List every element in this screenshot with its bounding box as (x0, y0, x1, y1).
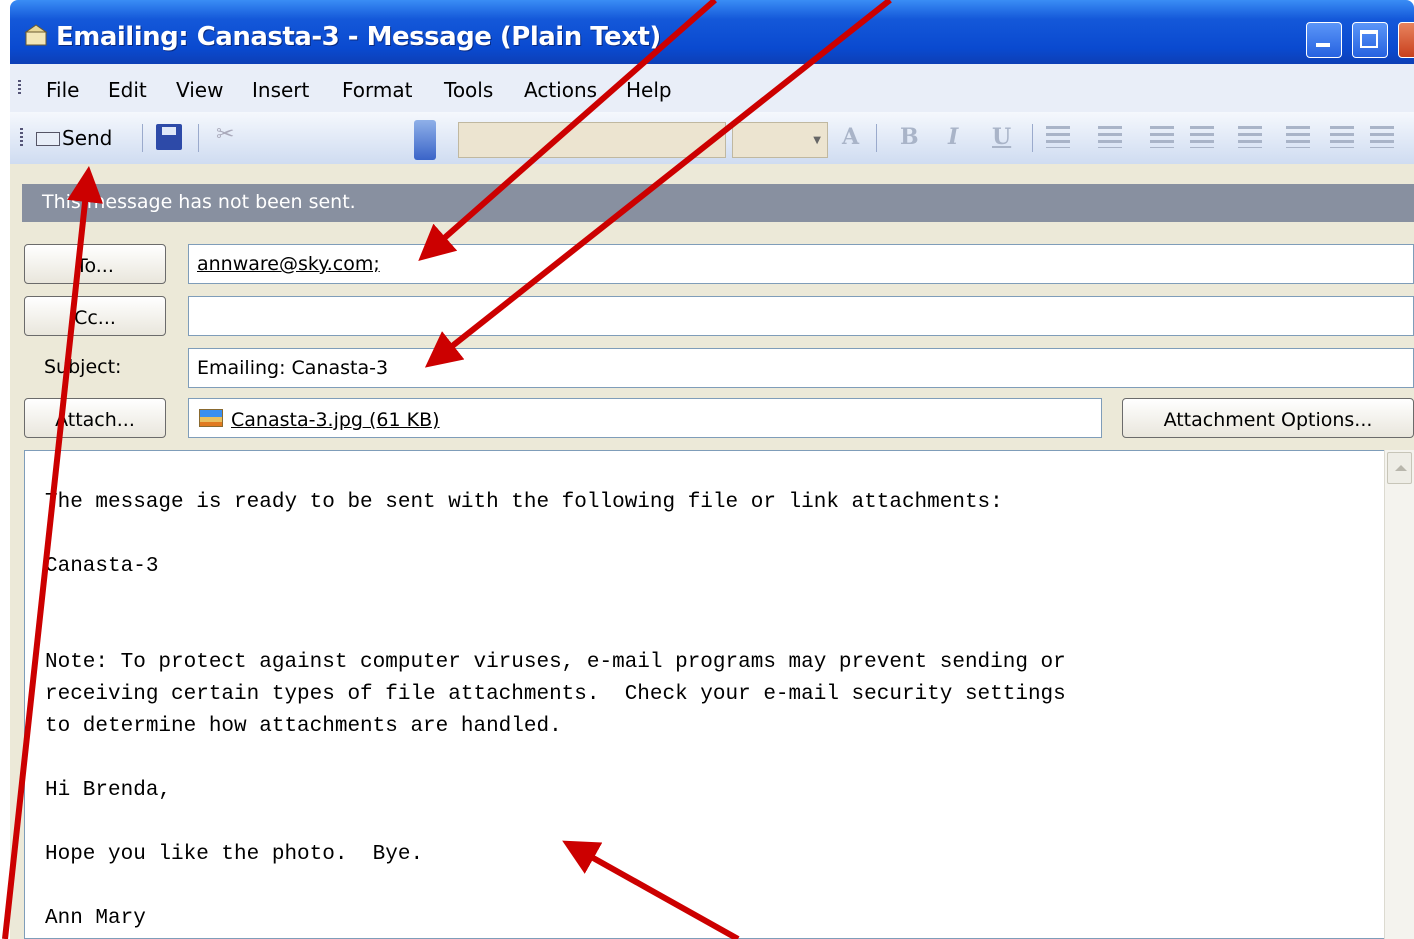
attachment-field[interactable]: Canasta-3.jpg (61 KB) (188, 398, 1102, 438)
italic-icon[interactable]: I (948, 124, 958, 150)
to-button-label: To... (76, 255, 114, 277)
cc-field[interactable] (188, 296, 1414, 336)
decrease-indent-icon[interactable] (1286, 126, 1310, 148)
font-size-combo[interactable]: ▼ (732, 122, 828, 158)
menu-insert[interactable]: Insert (252, 78, 309, 102)
scroll-up-button[interactable] (1387, 452, 1412, 484)
menu-grip-handle[interactable] (18, 80, 21, 96)
toolbar-grip-handle[interactable] (20, 128, 23, 148)
minimize-icon (1316, 43, 1330, 47)
toolbar-separator (876, 124, 877, 152)
toolbar-separator (1032, 124, 1033, 152)
minimize-button[interactable] (1306, 22, 1342, 58)
attach-button-label: Attach... (55, 409, 135, 431)
to-field[interactable]: annware@sky.com; (188, 244, 1414, 284)
send-label: Send (62, 126, 113, 150)
align-left-icon[interactable] (1046, 126, 1070, 148)
menu-help[interactable]: Help (626, 78, 672, 102)
attachment-link[interactable]: Canasta-3.jpg (61 KB) (231, 409, 440, 431)
maximize-icon (1360, 30, 1378, 48)
toolbar-separator (198, 124, 199, 152)
window-title: Emailing: Canasta-3 - Message (Plain Tex… (56, 22, 661, 52)
to-button[interactable]: To... (24, 244, 166, 284)
increase-indent-icon[interactable] (1330, 126, 1354, 148)
menu-tools[interactable]: Tools (444, 78, 493, 102)
attachment-options-button[interactable]: Attachment Options... (1122, 398, 1414, 438)
info-bar-text: This message has not been sent. (42, 191, 356, 213)
message-body[interactable]: The message is ready to be sent with the… (24, 450, 1396, 939)
attachment-options-label: Attachment Options... (1163, 409, 1373, 431)
send-button[interactable]: Send (30, 120, 134, 156)
save-icon[interactable] (156, 124, 182, 150)
menu-actions[interactable]: Actions (524, 78, 597, 102)
image-file-icon (199, 409, 223, 427)
toolbar-options-button[interactable] (414, 120, 436, 160)
subject-label: Subject: (44, 356, 122, 378)
bullets-icon[interactable] (1190, 126, 1214, 148)
cut-icon[interactable]: ✂ (216, 122, 234, 147)
subject-field[interactable]: Emailing: Canasta-3 (188, 348, 1414, 388)
bold-icon[interactable]: B (900, 124, 919, 150)
send-envelope-icon (36, 132, 60, 146)
align-right-icon[interactable] (1150, 126, 1174, 148)
vertical-scrollbar[interactable] (1384, 450, 1414, 939)
font-color-icon[interactable]: A (842, 124, 859, 150)
menu-file[interactable]: File (46, 78, 79, 102)
menu-format[interactable]: Format (342, 78, 412, 102)
menu-bar: File Edit View Insert Format Tools Actio… (10, 64, 1414, 113)
to-value: annware@sky.com; (197, 253, 380, 275)
chevron-down-icon: ▼ (813, 135, 821, 146)
close-button[interactable] (1398, 22, 1414, 58)
font-name-combo[interactable] (458, 122, 726, 158)
message-window-icon (24, 24, 48, 46)
message-body-text: The message is ready to be sent with the… (45, 491, 1066, 930)
horizontal-line-icon[interactable] (1370, 126, 1394, 148)
cc-button-label: Cc... (74, 307, 116, 329)
menu-view[interactable]: View (176, 78, 223, 102)
title-bar[interactable]: Emailing: Canasta-3 - Message (Plain Tex… (10, 0, 1414, 64)
toolbar: Send ✂ ▼ A B I U (10, 112, 1414, 165)
cc-button[interactable]: Cc... (24, 296, 166, 336)
maximize-button[interactable] (1352, 22, 1388, 58)
toolbar-separator (142, 124, 143, 152)
info-bar: This message has not been sent. (22, 184, 1414, 222)
menu-edit[interactable]: Edit (108, 78, 147, 102)
attach-button[interactable]: Attach... (24, 398, 166, 438)
align-center-icon[interactable] (1098, 126, 1122, 148)
message-form: This message has not been sent. To... an… (10, 164, 1414, 939)
subject-value: Emailing: Canasta-3 (197, 357, 389, 379)
numbering-icon[interactable] (1238, 126, 1262, 148)
underline-icon[interactable]: U (992, 124, 1011, 150)
